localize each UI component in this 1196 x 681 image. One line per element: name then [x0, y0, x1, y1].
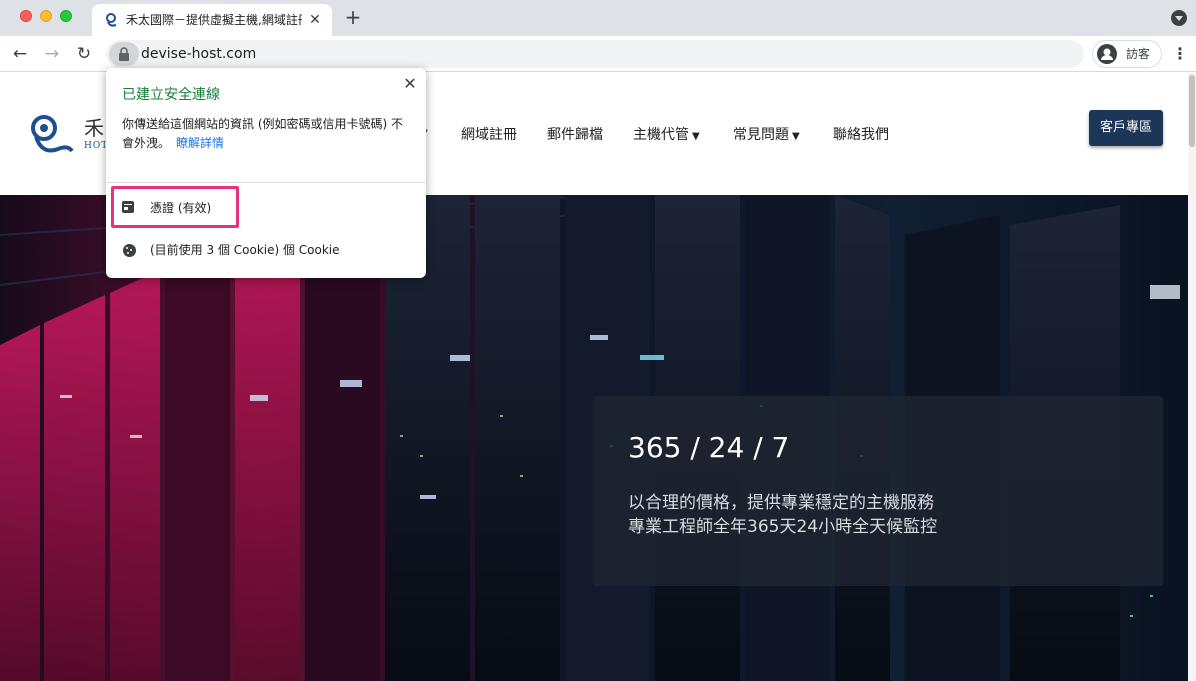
client-area-button[interactable]: 客戶專區 — [1089, 110, 1163, 146]
hero-tagline-1: 以合理的價格，提供專業穩定的主機服務 — [628, 493, 934, 513]
nav-item-domain[interactable]: 網域註冊 — [461, 126, 517, 144]
nav-item-mail-archive[interactable]: 郵件歸檔 — [547, 126, 603, 144]
tab-strip: 禾太國際－提供虛擬主機,網域註冊 ✕ + — [0, 0, 1196, 36]
tab-close-icon[interactable]: ✕ — [306, 11, 324, 29]
nav-item-colocation[interactable]: 主機代管 ▼ — [633, 126, 700, 146]
popup-description: 你傳送給這個網站的資訊 (例如密碼或信用卡號碼) 不會外洩。 瞭解詳情 — [122, 117, 403, 150]
certificate-icon — [122, 201, 134, 213]
site-info-button[interactable] — [109, 42, 139, 66]
nav-item-faq[interactable]: 常見問題 ▼ — [733, 126, 800, 146]
popup-divider — [106, 182, 426, 183]
profile-avatar-icon — [1097, 44, 1117, 64]
scrollbar-thumb[interactable] — [1189, 75, 1195, 147]
tab-search-icon[interactable] — [1171, 10, 1187, 26]
lock-icon — [119, 47, 129, 61]
nav-item-contact[interactable]: 聯絡我們 — [833, 126, 889, 144]
logo-text: 禾 — [84, 116, 104, 140]
new-tab-button[interactable]: + — [342, 6, 364, 28]
back-button[interactable]: ← — [8, 42, 32, 66]
browser-menu-icon[interactable]: ⋮ — [1172, 44, 1188, 64]
cookie-icon — [123, 244, 136, 257]
favicon-icon — [106, 13, 117, 27]
certificate-label: 憑證 (有效) — [150, 201, 212, 215]
chevron-down-icon: ▼ — [692, 131, 700, 142]
cookies-row[interactable]: (目前使用 3 個 Cookie) 個 Cookie — [150, 242, 340, 258]
certificate-row[interactable]: 憑證 (有效) — [111, 186, 239, 228]
hero-card: 365 / 24 / 7 以合理的價格，提供專業穩定的主機服務 專業工程師全年3… — [593, 396, 1163, 586]
window-close-button[interactable] — [20, 10, 32, 22]
browser-toolbar: ← → ↻ devise-host.com 訪客 ⋮ — [0, 36, 1196, 72]
page-scrollbar[interactable] — [1188, 73, 1196, 681]
site-security-popup: 已建立安全連線 ✕ 你傳送給這個網站的資訊 (例如密碼或信用卡號碼) 不會外洩。… — [106, 68, 426, 278]
profile-name: 訪客 — [1126, 47, 1151, 61]
hero-title: 365 / 24 / 7 — [628, 431, 790, 464]
browser-tab[interactable]: 禾太國際－提供虛擬主機,網域註冊 ✕ — [92, 4, 332, 36]
popup-close-icon[interactable]: ✕ — [400, 74, 420, 94]
tab-title: 禾太國際－提供虛擬主機,網域註冊 — [126, 13, 302, 27]
hero-tagline-2: 專業工程師全年365天24小時全天候監控 — [628, 517, 938, 537]
address-bar[interactable]: devise-host.com — [106, 40, 1084, 68]
learn-more-link[interactable]: 瞭解詳情 — [176, 136, 224, 150]
popup-title: 已建立安全連線 — [122, 87, 220, 103]
url-text: devise-host.com — [141, 46, 257, 62]
profile-button[interactable]: 訪客 — [1092, 40, 1162, 68]
window-maximize-button[interactable] — [60, 10, 72, 22]
window-minimize-button[interactable] — [40, 10, 52, 22]
logo-subtext: HOT — [84, 141, 109, 151]
reload-button[interactable]: ↻ — [72, 42, 96, 66]
chevron-down-icon: ▼ — [792, 131, 800, 142]
forward-button[interactable]: → — [40, 42, 64, 66]
